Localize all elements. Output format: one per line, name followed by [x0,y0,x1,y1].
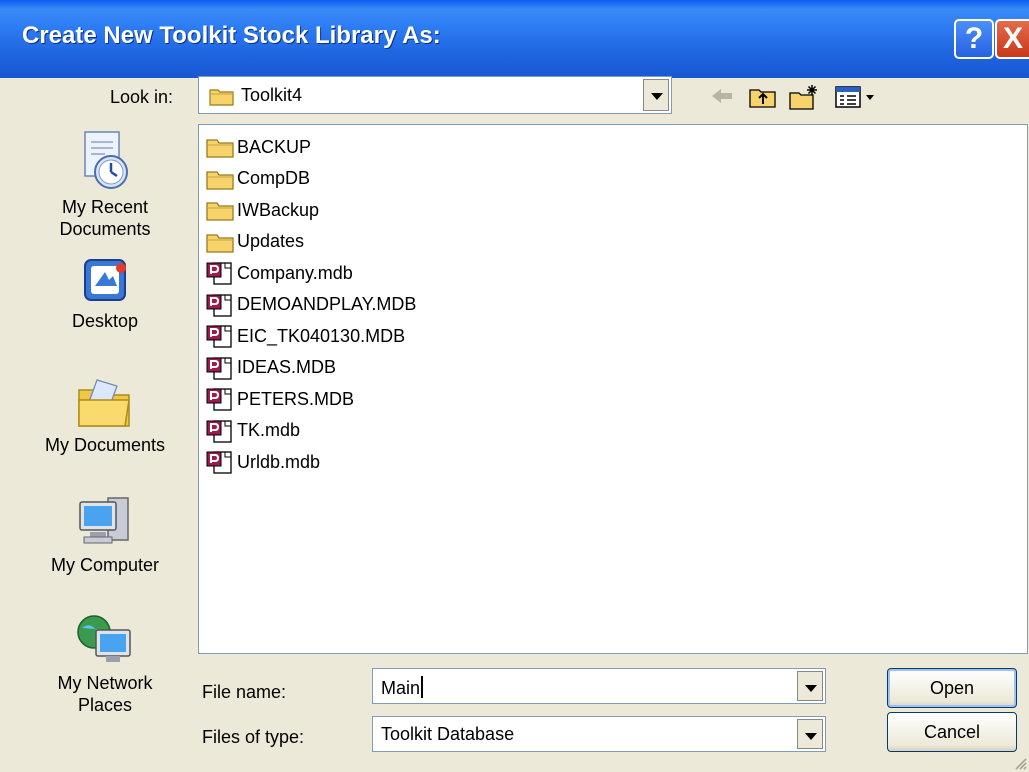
file-name: BACKUP [237,136,312,157]
access-database-icon [206,451,232,474]
dialog-title: Create New Toolkit Stock Library As: [22,22,441,49]
list-item[interactable]: EIC_TK040130.MDB [205,322,405,350]
file-name: EIC_TK040130.MDB [237,325,406,346]
list-item[interactable]: PETERS.MDB [205,385,354,413]
file-type-value: Toolkit Database [381,724,515,744]
chevron-down-icon[interactable] [797,719,823,749]
view-menu-icon[interactable] [834,84,878,110]
place-desktop[interactable]: Desktop [30,256,180,332]
folder-icon [206,233,234,253]
file-name: Updates [237,231,305,251]
cancel-button[interactable]: Cancel [887,712,1017,752]
title-bar[interactable]: Create New Toolkit Stock Library As: ? X [0,0,1029,78]
file-name: Company.mdb [237,262,353,283]
list-item[interactable]: Updates [205,228,304,256]
file-type-dropdown[interactable]: Toolkit Database [372,716,826,752]
place-label: My Network Places [57,673,153,715]
folder-icon [209,89,234,106]
file-name: Urldb.mdb [237,451,321,472]
new-folder-icon[interactable] [788,84,820,112]
file-type-label: Files of type: [202,727,305,747]
open-button[interactable]: Open [887,668,1017,708]
file-name: TK.mdb [237,420,301,440]
file-name: IWBackup [237,199,320,220]
list-item[interactable]: IDEAS.MDB [205,354,336,382]
list-item[interactable]: DEMOANDPLAY.MDB [205,291,416,319]
my-computer-icon [79,497,129,544]
list-item[interactable]: BACKUP [205,133,311,161]
recent-documents-icon [84,131,128,189]
access-database-icon [206,356,232,380]
access-database-icon [206,293,232,317]
look-in-label: Look in: [110,87,174,107]
place-network-places[interactable]: My Network Places [30,612,180,716]
file-name-field[interactable]: Main [372,668,826,704]
resize-grip-icon[interactable] [1013,756,1027,770]
chevron-down-icon[interactable] [643,79,669,111]
list-item[interactable]: Urldb.mdb [205,448,320,476]
access-database-icon [206,262,232,285]
folder-icon [206,170,234,190]
place-label: Desktop [71,311,139,331]
look-in-value: Toolkit4 [241,85,303,105]
place-label: My Computer [50,555,160,575]
list-item[interactable]: Company.mdb [205,259,353,287]
access-database-icon [206,388,232,411]
network-places-icon [77,615,131,662]
access-database-icon [206,325,232,348]
look-in-dropdown[interactable]: Toolkit4 [198,76,672,114]
up-folder-icon[interactable] [748,84,778,110]
list-item[interactable]: IWBackup [205,196,319,224]
file-name-label: File name: [202,682,287,702]
chevron-down-icon[interactable] [797,671,823,701]
list-item[interactable]: CompDB [205,165,310,193]
file-name: PETERS.MDB [237,388,355,409]
place-label: My Documents [44,435,166,455]
file-name: DEMOANDPLAY.MDB [237,294,417,314]
file-name-value: Main [381,676,424,699]
my-documents-icon [78,379,130,427]
back-arrow-icon[interactable] [708,84,736,108]
help-button[interactable]: ? [954,19,994,59]
file-name: CompDB [237,168,311,188]
access-database-icon [206,419,232,443]
file-list[interactable]: BACKUP CompDB IWBackup Updates Company.mdb DE… [198,124,1028,654]
folder-icon [206,202,234,221]
place-my-documents[interactable]: My Documents [30,376,180,456]
place-label: My Recent Documents [59,197,151,239]
folder-icon [206,139,234,158]
close-button[interactable]: X [995,19,1029,59]
text-caret [421,676,424,698]
place-my-computer[interactable]: My Computer [30,494,180,576]
save-dialog: Create New Toolkit Stock Library As: ? X… [0,0,1029,772]
list-item[interactable]: TK.mdb [205,417,300,445]
place-recent-documents[interactable]: My Recent Documents [30,130,180,240]
desktop-icon [84,259,126,301]
file-name: IDEAS.MDB [237,357,337,377]
